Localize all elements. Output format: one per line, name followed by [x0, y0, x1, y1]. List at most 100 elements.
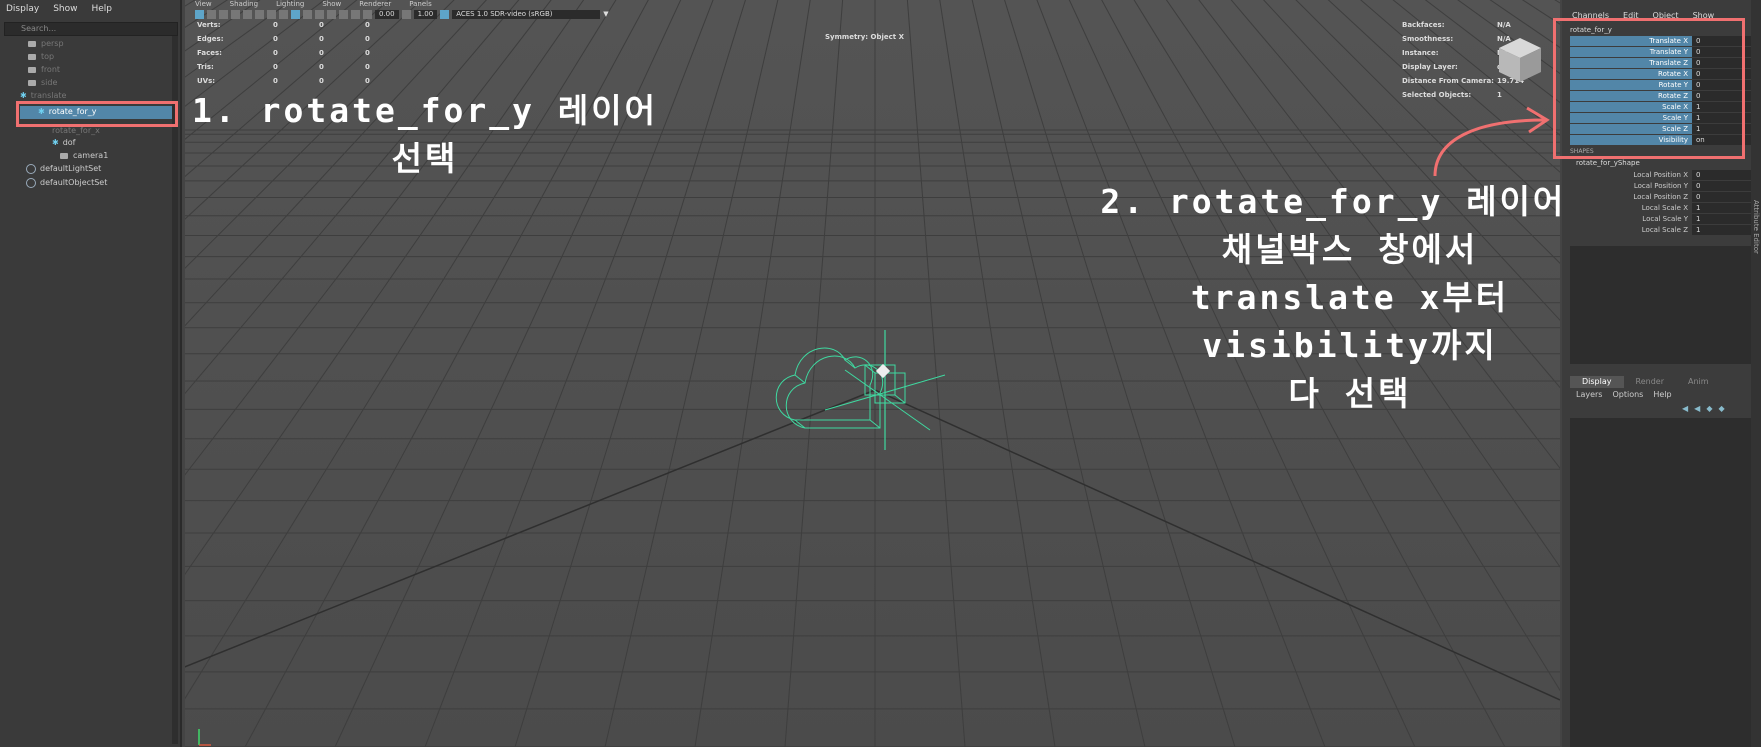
stat-value: 0: [273, 49, 278, 57]
attr-value[interactable]: 1: [1692, 225, 1753, 235]
outliner-menubar: Display Show Help: [0, 4, 112, 18]
menu-lighting[interactable]: Lighting: [276, 0, 304, 8]
camera-icon: [28, 79, 36, 86]
heads-up-poly-count: Verts: 0 0 0 Edges: 0 0 0 Faces: 0 0 0 Tris: 0 0 0 U…: [197, 18, 370, 88]
cloud-rig-wireframe: [775, 330, 946, 450]
outliner-item-rotate-for-x[interactable]: rotate_for_x: [52, 125, 100, 137]
outliner-search-input[interactable]: Search...: [4, 22, 178, 36]
annotation-box-channelbox: [1553, 18, 1745, 159]
new-layer-icon[interactable]: ◆: [1706, 404, 1712, 413]
attr-label: Local Scale Y: [1642, 215, 1688, 223]
item-label: dof: [62, 138, 76, 147]
outliner-item-defaultlightset[interactable]: defaultLightSet: [26, 163, 101, 175]
attr-label: Local Scale X: [1641, 204, 1688, 212]
attr-value[interactable]: 0: [1692, 181, 1753, 191]
symmetry-label: Symmetry: Object X: [825, 33, 904, 41]
menu-show[interactable]: Show: [322, 0, 341, 8]
outliner-item-side[interactable]: side: [28, 77, 57, 89]
attr-local-scale-x[interactable]: Local Scale X 1: [1570, 203, 1753, 213]
stat-value: 0: [365, 63, 370, 71]
outliner-item-front[interactable]: front: [28, 64, 60, 76]
tab-display[interactable]: Display: [1570, 376, 1624, 388]
item-label: persp: [41, 39, 64, 48]
menu-options[interactable]: Options: [1612, 390, 1643, 399]
layer-list: [1570, 418, 1751, 747]
menu-display[interactable]: Display: [6, 4, 39, 18]
stat-label: Edges:: [197, 35, 224, 43]
new-layer-selected-icon[interactable]: ◆: [1718, 404, 1724, 413]
item-label: camera1: [73, 151, 109, 160]
set-icon: [26, 163, 36, 174]
channel-box-empty-area: [1570, 246, 1751, 364]
menu-help[interactable]: Help: [1653, 390, 1671, 399]
item-label: front: [41, 65, 61, 74]
stat-value: 0: [319, 21, 324, 29]
channel-box-panel: Channels Edit Object Show rotate_for_y T…: [1553, 0, 1761, 747]
search-placeholder: Search...: [21, 24, 57, 33]
attr-value[interactable]: 1: [1692, 203, 1753, 213]
annotation-step-2: 2. rotate_for_y 레이어의 채널박스 창에서 translate …: [1100, 182, 1560, 413]
exposure-field[interactable]: 0.00: [375, 9, 399, 19]
stat-value: 0: [273, 35, 278, 43]
stat-label: Tris:: [197, 63, 214, 71]
menu-view[interactable]: View: [195, 0, 212, 8]
annotation-box-outliner: [16, 101, 178, 127]
axis-gizmo-icon: [198, 729, 211, 746]
gamma-icon[interactable]: [401, 9, 411, 19]
annotation-step-1: 1. rotate_for_y 레이어 선택: [192, 91, 658, 178]
menu-show[interactable]: Show: [53, 4, 77, 18]
tab-render[interactable]: Render: [1624, 376, 1676, 388]
attr-label: Local Position X: [1633, 171, 1688, 179]
attr-label: Local Position Y: [1633, 182, 1688, 190]
stat-value: 0: [365, 77, 370, 85]
stat-value: 0: [273, 77, 278, 85]
item-label: defaultLightSet: [40, 164, 102, 173]
layer-menubar: Layers Options Help: [1576, 390, 1672, 399]
menu-shading[interactable]: Shading: [230, 0, 258, 8]
view-cube-icon[interactable]: [1495, 34, 1545, 86]
layer-editor-tabs: Display Render Anim: [1570, 376, 1721, 388]
chevron-down-icon[interactable]: ▼: [603, 10, 608, 18]
stat-value: 0: [319, 77, 324, 85]
outliner-item-top[interactable]: top: [28, 51, 54, 63]
outliner-item-defaultobjectset[interactable]: defaultObjectSet: [26, 177, 107, 189]
attr-local-position-y[interactable]: Local Position Y 0: [1570, 181, 1753, 191]
stat-label: UVs:: [197, 77, 216, 85]
camera-icon: [28, 40, 36, 47]
layer-move-down-icon[interactable]: ◀: [1694, 404, 1700, 413]
attribute-editor-tab[interactable]: Attribute Editor: [1752, 200, 1760, 254]
outliner-item-persp[interactable]: persp: [28, 38, 64, 50]
colorspace-dropdown[interactable]: ACES 1.0 SDR-video (sRGB): [452, 9, 601, 19]
tab-anim[interactable]: Anim: [1676, 376, 1721, 388]
attr-local-position-z[interactable]: Local Position Z 0: [1570, 192, 1753, 202]
attr-label: Local Position Z: [1633, 193, 1688, 201]
outliner-item-dof[interactable]: ✱ dof: [52, 137, 76, 149]
outliner-scrollbar[interactable]: [172, 36, 178, 744]
color-management-icon[interactable]: [440, 9, 450, 19]
item-label: top: [41, 52, 55, 61]
menu-layers[interactable]: Layers: [1576, 390, 1602, 399]
attr-value[interactable]: 0: [1692, 192, 1753, 202]
attr-local-scale-y[interactable]: Local Scale Y 1: [1570, 214, 1753, 224]
attr-local-position-x[interactable]: Local Position X 0: [1570, 170, 1753, 180]
info-label: Backfaces:: [1402, 21, 1445, 29]
stat-value: 0: [273, 63, 278, 71]
attribute-editor-strip[interactable]: Attribute Editor: [1751, 0, 1761, 747]
attr-value[interactable]: 1: [1692, 214, 1753, 224]
item-label: translate: [30, 91, 67, 100]
menu-panels[interactable]: Panels: [409, 0, 432, 8]
viewport-panel[interactable]: View Shading Lighting Show Renderer Pane…: [185, 0, 1560, 747]
set-icon: [26, 177, 36, 188]
gamma-field[interactable]: 1.00: [413, 9, 438, 19]
transform-icon: ✱: [20, 91, 27, 100]
outliner-item-camera1[interactable]: camera1: [60, 150, 108, 162]
layer-move-up-icon[interactable]: ◀: [1682, 404, 1688, 413]
attr-value[interactable]: 0: [1692, 170, 1753, 180]
menu-help[interactable]: Help: [91, 4, 112, 18]
stat-value: 0: [319, 35, 324, 43]
menu-renderer[interactable]: Renderer: [359, 0, 391, 8]
attr-local-scale-z[interactable]: Local Scale Z 1: [1570, 225, 1753, 235]
camera-icon: [60, 152, 68, 159]
info-label: Display Layer:: [1402, 63, 1458, 71]
stat-value: 0: [319, 63, 324, 71]
